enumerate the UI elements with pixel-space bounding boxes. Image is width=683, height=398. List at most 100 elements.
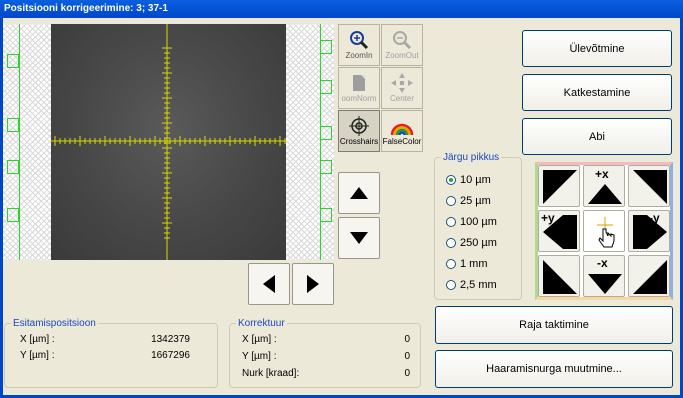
display-y-value: 1667296 [151,350,190,361]
step-option-label: 10 µm [460,174,491,186]
cancel-button[interactable]: Katkestamine [522,74,672,111]
crosshairs-icon [349,116,369,136]
move-right-button[interactable] [292,263,334,305]
step-option[interactable]: 1 mm [446,258,488,270]
arrow-right-icon [307,275,319,293]
correction-x-label: X [µm] : [242,334,277,345]
green-marker [7,160,19,174]
window-title: Positsiooni korrigeerimine: 3; 37-1 [0,0,683,18]
jog-plus-x-button[interactable]: +x [583,165,625,207]
radio-button[interactable] [446,280,456,290]
arrow-left-icon [263,275,275,293]
false-color-button[interactable]: FalseColor [381,110,423,152]
diagonal-arrow-icon [543,170,577,204]
jog-plus-x-label: +x [595,167,609,181]
help-button[interactable]: Abi [522,118,672,155]
display-position-legend: Esitamispositsioon [13,318,96,329]
correction-y-value: 0 [404,351,410,362]
green-guide-line [320,24,321,260]
move-up-button[interactable] [338,172,380,214]
radio-button[interactable] [446,238,456,248]
step-option-label: 25 µm [460,195,491,207]
green-marker [320,80,332,94]
green-marker [320,208,332,222]
zoom-normal-label: oomNorm [341,94,377,103]
zoom-in-icon [350,31,369,50]
step-option[interactable]: 25 µm [446,195,491,207]
green-guide-line [19,24,20,260]
display-y-label: Y [µm] : [20,350,55,361]
zoom-in-button[interactable]: ZoomIn [338,24,380,66]
zoom-out-label: ZoomOut [385,51,419,60]
jog-minus-x-button[interactable]: -x [583,255,625,297]
radio-button[interactable] [446,217,456,227]
green-marker [7,54,19,68]
false-color-label: FalseColor [382,137,422,146]
step-option[interactable]: 100 µm [446,216,497,228]
radio-button[interactable] [446,175,456,185]
correction-legend: Korrektuur [238,318,285,329]
step-option-label: 1 mm [460,258,488,270]
center-icon [391,73,413,93]
step-option[interactable]: 250 µm [446,237,497,249]
jog-minus-y-button[interactable]: -y [628,210,670,252]
camera-view[interactable] [51,24,286,260]
jog-plus-y-button[interactable]: +y [538,210,580,252]
step-option-label: 100 µm [460,216,497,228]
correction-angle-label: Nurk [kraad]: [242,368,300,379]
diagonal-arrow-icon [633,260,667,294]
jog-diag-down-right-button[interactable] [628,255,670,297]
jog-diag-down-left-button[interactable] [538,255,580,297]
center-button[interactable]: Center [381,67,423,109]
green-marker [7,208,19,222]
green-marker [7,118,19,132]
accept-button[interactable]: Ülevõtmine [522,30,672,67]
zoom-out-icon [393,31,412,50]
jog-diag-up-left-button[interactable] [538,165,580,207]
cancel-button-label: Katkestamine [563,86,631,99]
crosshairs-button[interactable]: Crosshairs [338,110,380,152]
jog-plus-y-label: +y [541,211,555,225]
correction-x-value: 0 [404,334,410,345]
diagonal-arrow-icon [543,260,577,294]
step-option[interactable]: 10 µm [446,174,491,186]
move-down-button[interactable] [338,217,380,259]
green-marker [320,160,332,174]
zoom-out-button[interactable]: ZoomOut [381,24,423,66]
accept-button-label: Ülevõtmine [569,42,625,55]
step-option-label: 250 µm [460,237,497,249]
crosshair-overlay [51,24,286,260]
green-marker [320,40,332,54]
hand-cursor-icon [597,217,615,248]
step-option[interactable]: 2,5 mm [446,279,497,291]
zoom-normal-icon [353,75,365,91]
help-button-label: Abi [589,130,605,143]
step-option-label: 2,5 mm [460,279,497,291]
crosshairs-label: Crosshairs [339,137,379,146]
raja-taktimine-label: Raja taktimine [519,319,589,331]
green-marker [320,126,332,140]
diagonal-arrow-icon [633,170,667,204]
right-edge-pattern [286,24,334,260]
correction-angle-value: 0 [404,368,410,379]
jog-minus-y-label: -y [649,211,660,225]
step-length-legend: Järgu pikkus [443,152,500,163]
center-label: Center [389,94,414,103]
left-edge-pattern [3,24,51,260]
radio-button[interactable] [446,196,456,206]
jog-minus-x-label: -x [597,256,608,270]
radio-button[interactable] [446,259,456,269]
correction-y-label: Y [µm] : [242,351,277,362]
jog-center-button[interactable] [583,210,625,252]
move-left-button[interactable] [248,263,290,305]
haaramisnurga-muutmine-label: Haaramisnurga muutmine... [486,363,622,375]
display-x-label: X [µm] : [20,334,55,345]
haaramisnurga-muutmine-button[interactable]: Haaramisnurga muutmine... [435,350,673,388]
arrow-up-icon [350,187,368,199]
jog-diag-up-right-button[interactable] [628,165,670,207]
rainbow-icon [390,123,414,136]
jog-pad: +x +y -y -x [535,162,673,300]
raja-taktimine-button[interactable]: Raja taktimine [435,306,673,344]
arrow-down-icon [350,232,368,244]
zoom-normal-button[interactable]: oomNorm [338,67,380,109]
